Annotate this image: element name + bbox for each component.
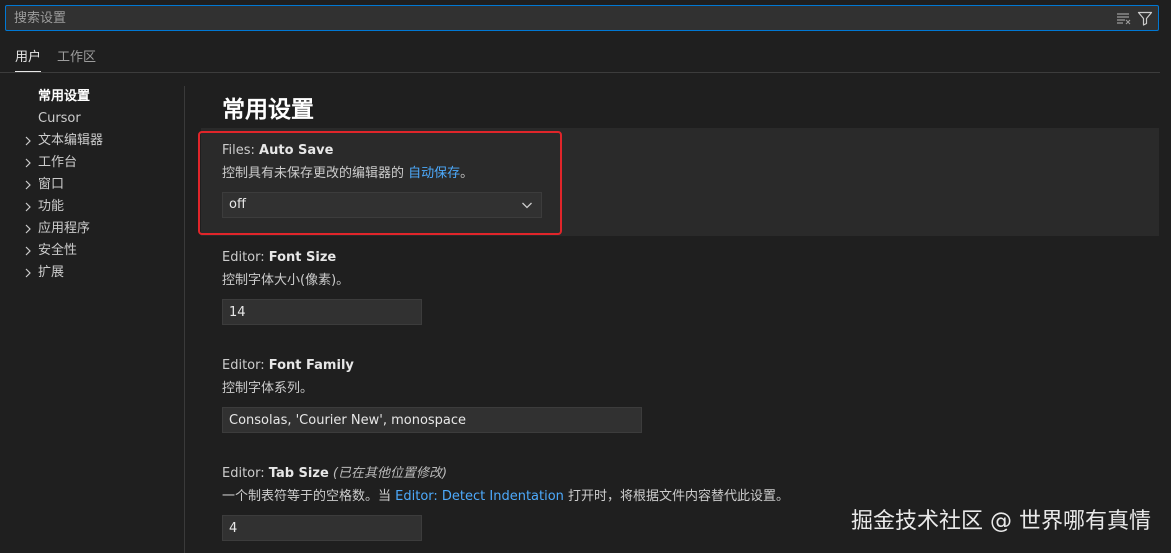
font-size-input[interactable]: [222, 299, 422, 325]
search-input[interactable]: [14, 6, 1094, 30]
toc-item-extensions[interactable]: 扩展: [0, 262, 184, 284]
chevron-right-icon: [22, 218, 34, 240]
toc-label: 功能: [38, 199, 65, 214]
setting-name: Font Family: [268, 358, 354, 373]
setting-name: Font Size: [268, 250, 337, 265]
modified-elsewhere-indicator[interactable]: (已在其他位置修改): [333, 466, 447, 481]
desc-text-after: 打开时，将根据文件内容替代此设置。: [563, 489, 790, 504]
toc-item-features[interactable]: 功能: [0, 196, 184, 218]
clear-filter-icon[interactable]: [1114, 9, 1132, 27]
search-tools: [1114, 9, 1154, 27]
setting-description: 一个制表符等于的空格数。当 Editor: Detect Indentation…: [222, 487, 789, 507]
section-title: 常用设置: [222, 97, 314, 123]
setting-title: Editor: Font Family: [222, 357, 354, 375]
chevron-right-icon: [22, 262, 34, 284]
settings-toc: 常用设置 Cursor 文本编辑器 工作台 窗口 功能 应用程序 安全性 扩展: [0, 86, 184, 284]
toc-label: 安全性: [38, 243, 78, 258]
desc-text: 一个制表符等于的空格数。当: [222, 489, 396, 504]
toc-label: Cursor: [38, 111, 81, 126]
chevron-right-icon: [22, 196, 34, 218]
toc-item-commonly-used[interactable]: 常用设置: [0, 86, 184, 108]
tab-size-input[interactable]: [222, 515, 422, 541]
settings-editor: 用户 工作区 常用设置 Cursor 文本编辑器 工作台 窗口 功能 应用程序: [0, 0, 1171, 553]
detect-indentation-link[interactable]: Editor: Detect Indentation: [395, 489, 564, 504]
setting-description: 控制字体大小(像素)。: [222, 273, 350, 288]
setting-editor-font-size: Editor: Font Size 控制字体大小(像素)。: [222, 249, 422, 325]
toc-divider: [184, 86, 185, 553]
setting-title: Editor: Tab Size (已在其他位置修改): [222, 465, 789, 483]
setting-description: 控制字体系列。: [222, 381, 314, 396]
setting-name: Tab Size: [268, 466, 329, 481]
toc-item-workbench[interactable]: 工作台: [0, 152, 184, 174]
watermark: 掘金技术社区 @ 世界哪有真情: [851, 509, 1151, 534]
toc-label: 工作台: [38, 155, 78, 170]
chevron-right-icon: [22, 130, 34, 152]
toc-item-cursor[interactable]: Cursor: [0, 108, 184, 130]
tab-workspace[interactable]: 工作区: [57, 46, 96, 71]
setting-category: Editor:: [222, 358, 269, 373]
chevron-right-icon: [22, 240, 34, 262]
setting-category: Editor:: [222, 466, 269, 481]
setting-editor-tab-size: Editor: Tab Size (已在其他位置修改) 一个制表符等于的空格数。…: [222, 465, 789, 541]
toc-label: 应用程序: [38, 221, 91, 236]
settings-tabs: 用户 工作区: [0, 38, 1160, 73]
toc-item-security[interactable]: 安全性: [0, 240, 184, 262]
chevron-right-icon: [22, 152, 34, 174]
toc-item-text-editor[interactable]: 文本编辑器: [0, 130, 184, 152]
toc-item-application[interactable]: 应用程序: [0, 218, 184, 240]
setting-editor-font-family: Editor: Font Family 控制字体系列。: [222, 357, 642, 433]
tab-user[interactable]: 用户: [15, 46, 42, 72]
toc-label: 扩展: [38, 265, 65, 280]
setting-category: Editor:: [222, 250, 269, 265]
filter-icon[interactable]: [1136, 9, 1154, 27]
toc-item-window[interactable]: 窗口: [0, 174, 184, 196]
setting-title: Editor: Font Size: [222, 249, 349, 267]
chevron-right-icon: [22, 174, 34, 196]
font-family-input[interactable]: [222, 407, 642, 433]
search-bar: [5, 5, 1159, 31]
annotation-highlight-box: [198, 131, 562, 235]
toc-label: 文本编辑器: [38, 133, 104, 148]
toc-label: 窗口: [38, 177, 65, 192]
toc-label: 常用设置: [38, 89, 91, 104]
